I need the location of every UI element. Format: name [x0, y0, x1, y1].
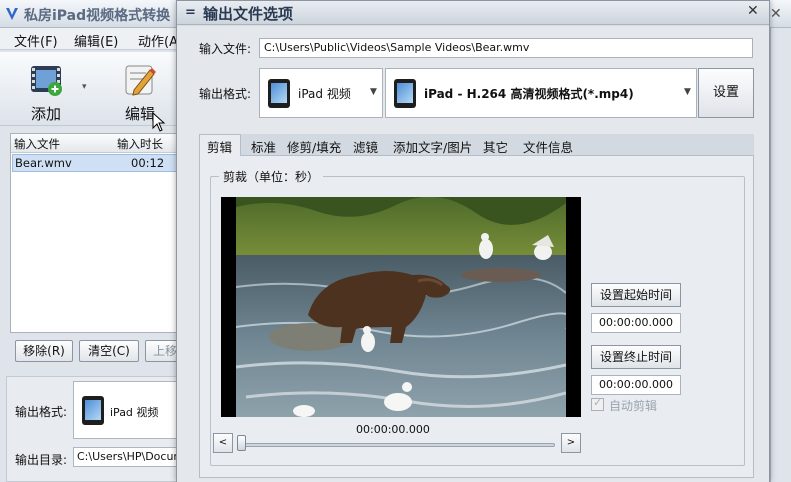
app-right-edge — [770, 28, 791, 482]
list-buttons: 移除(R) 清空(C) 上移 — [10, 340, 185, 364]
settings-button[interactable]: 设置 — [698, 68, 754, 118]
trim-group: 剪裁（单位：秒） 00:00:00.000 < > 设置起始时间 00:00:0… — [210, 168, 745, 466]
tab-file-info[interactable]: 文件信息 — [523, 137, 573, 156]
col-input-duration[interactable]: 输入时长 — [117, 136, 163, 152]
dialog-menu-icon[interactable]: = — [185, 5, 196, 20]
output-dir-label: 输出目录: — [15, 453, 68, 467]
film-add-icon — [31, 66, 62, 96]
end-time-field[interactable]: 00:00:00.000 — [591, 375, 681, 395]
input-file-label: 输入文件: — [199, 42, 252, 56]
seek-slider-handle[interactable] — [237, 435, 246, 451]
input-file-field[interactable]: C:\Users\Public\Videos\Sample Videos\Bea… — [259, 38, 753, 58]
file-name-cell: Bear.wmv — [15, 156, 72, 170]
seek-slider-track[interactable] — [239, 443, 555, 447]
ipad-icon — [268, 79, 290, 108]
menu-file[interactable]: 文件(F) — [14, 31, 58, 50]
tab-trim[interactable]: 剪辑 — [207, 137, 232, 156]
ipad-icon — [394, 79, 416, 108]
app-close-icon[interactable]: ✕ — [770, 6, 782, 22]
app-title: 私房iPad视频格式转换 — [24, 8, 171, 24]
file-list-header: 输入文件 输入时长 — [11, 134, 179, 153]
checkbox-icon — [591, 396, 604, 411]
remove-button[interactable]: 移除(R) — [15, 340, 73, 362]
edit-pencil-icon — [125, 65, 156, 96]
tab-other[interactable]: 其它 — [483, 137, 508, 156]
file-duration-cell: 00:12 — [131, 156, 165, 170]
add-button[interactable]: 添加 — [16, 56, 76, 123]
profile-select[interactable]: iPad - H.264 高清视频格式(*.mp4) ▼ — [385, 68, 697, 118]
col-input-file[interactable]: 输入文件 — [14, 136, 60, 152]
video-frame-image — [236, 197, 566, 417]
output-options-dialog: = 输出文件选项 ✕ 输入文件: C:\Users\Public\Videos\… — [176, 0, 770, 482]
ipad-icon — [82, 396, 104, 425]
auto-trim-checkbox[interactable]: 自动剪辑 — [591, 396, 711, 413]
tab-crop-pad[interactable]: 修剪/填充 — [287, 137, 341, 156]
table-row[interactable]: Bear.wmv 00:12 — [12, 154, 178, 172]
set-end-time-button[interactable]: 设置终止时间 — [591, 345, 681, 369]
menu-edit[interactable]: 编辑(E) — [74, 31, 118, 50]
chevron-down-icon: ▼ — [370, 87, 377, 97]
device-select[interactable]: iPad 视频 ▼ — [259, 68, 383, 118]
current-time-readout: 00:00:00.000 — [356, 423, 430, 436]
mouse-cursor-icon — [152, 112, 166, 132]
next-frame-button[interactable]: > — [561, 433, 581, 453]
dialog-title: 输出文件选项 — [203, 5, 294, 23]
profile-select-value: iPad - H.264 高清视频格式(*.mp4) — [424, 87, 634, 101]
dialog-close-icon[interactable]: ✕ — [747, 3, 759, 19]
video-preview — [221, 197, 581, 417]
chevron-down-icon: ▼ — [684, 87, 691, 97]
output-panel: 输出格式: iPad 视频 输出目录: C:\Users\HP\Documen — [6, 376, 183, 482]
output-format-selector[interactable]: iPad 视频 — [73, 381, 183, 439]
tab-add-text-image[interactable]: 添加文字/图片 — [393, 137, 472, 156]
set-start-time-button[interactable]: 设置起始时间 — [591, 283, 681, 307]
auto-trim-label: 自动剪辑 — [609, 399, 658, 413]
output-dir-field[interactable]: C:\Users\HP\Documen — [73, 447, 183, 467]
output-format-label: 输出格式: — [15, 405, 68, 419]
clear-button[interactable]: 清空(C) — [79, 340, 139, 362]
tab-content-trim: 剪裁（单位：秒） 00:00:00.000 < > 设置起始时间 00:00:0… — [199, 156, 754, 478]
device-select-value: iPad 视频 — [298, 87, 351, 101]
prev-frame-button[interactable]: < — [213, 433, 233, 453]
trim-group-legend: 剪裁（单位：秒） — [219, 168, 324, 185]
dialog-titlebar[interactable]: = 输出文件选项 ✕ — [177, 1, 769, 25]
add-button-label: 添加 — [30, 105, 61, 123]
tab-filter[interactable]: 滤镜 — [353, 137, 378, 156]
file-list[interactable]: 输入文件 输入时长 Bear.wmv 00:12 — [10, 133, 180, 333]
output-format-label: 输出格式: — [199, 87, 252, 101]
output-format-value: iPad 视频 — [110, 406, 159, 419]
tab-standard[interactable]: 标准 — [251, 137, 276, 156]
dialog-body: 输入文件: C:\Users\Public\Videos\Sample Vide… — [177, 26, 769, 482]
start-time-field[interactable]: 00:00:00.000 — [591, 313, 681, 333]
app-logo-icon — [6, 8, 18, 20]
add-dropdown-arrow-icon[interactable]: ▾ — [82, 82, 87, 92]
tab-strip: 剪辑 标准 修剪/填充 滤镜 添加文字/图片 其它 文件信息 — [199, 134, 754, 156]
